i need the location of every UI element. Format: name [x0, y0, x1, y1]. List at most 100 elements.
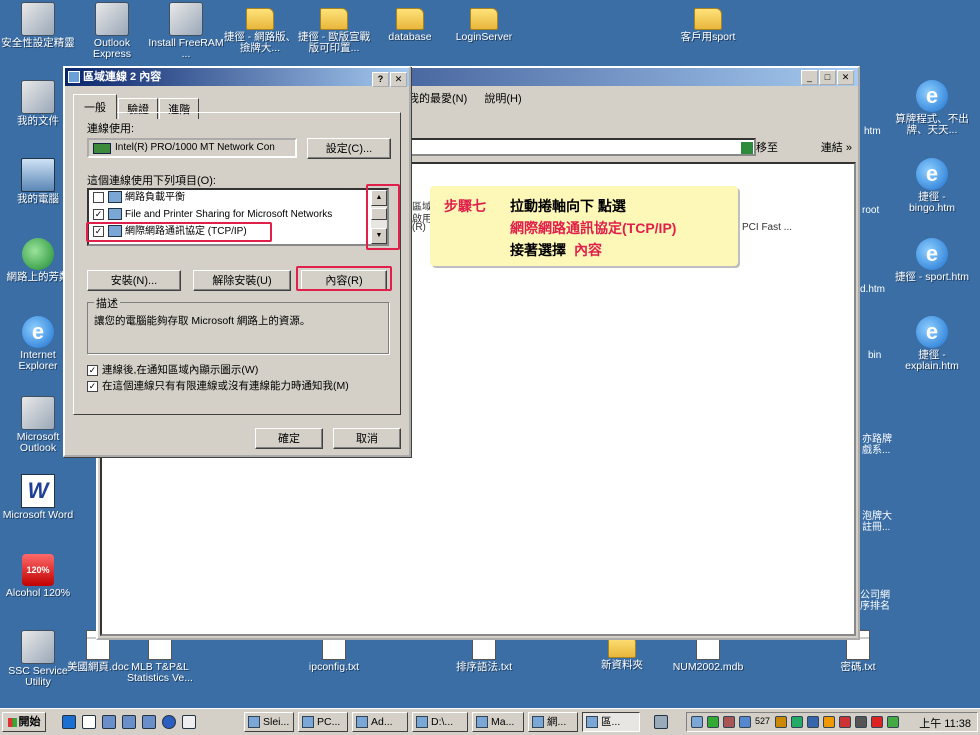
connection-properties-dialog[interactable]: 區域連線 2 內容 ? ✕ 一般 驗證 進階 連線使用: Intel(R) PRO… [63, 66, 411, 457]
html-doc-icon: e [916, 316, 948, 348]
tray-network-icon[interactable] [691, 716, 703, 728]
list-item[interactable]: ✓ File and Printer Sharing for Microsoft … [93, 207, 332, 223]
desk-icon-client-sport[interactable]: 客戶用sport [670, 2, 746, 43]
desk-icon-label: Outlook Express [93, 37, 131, 60]
task-button[interactable]: Slei... [244, 712, 294, 732]
desk-icon-html-suanpai[interactable]: e 算牌程式、不出牌、天天... [894, 80, 970, 136]
cutoff-label: 戲系... [862, 445, 891, 456]
highlight-tcpip-item [86, 222, 272, 242]
menu-favorites[interactable]: 我的最愛(N) [408, 93, 467, 105]
tray-app-icon[interactable] [723, 716, 735, 728]
install-button[interactable]: 安裝(N)... [87, 270, 181, 291]
desk-icon-label: 安全性設定精靈 [1, 37, 75, 49]
quicklaunch-app-icon[interactable] [142, 715, 156, 729]
menu-help[interactable]: 說明(H) [484, 93, 521, 105]
links-toolbar[interactable]: 連結 » [821, 139, 852, 155]
tray-app-icon[interactable] [707, 716, 719, 728]
desk-icon-shortcut-netplay[interactable]: 捷徑 - 網路版、撿牌大... [222, 2, 298, 54]
maximize-button[interactable]: □ [819, 70, 836, 85]
description-title: 描述 [94, 295, 120, 311]
ok-button[interactable]: 確定 [255, 428, 323, 449]
desk-icon-label: 捷徑 - 網路版、撿牌大... [223, 31, 297, 54]
configure-button[interactable]: 設定(C)... [307, 138, 391, 159]
notify-limited-checkbox[interactable]: ✓ 在這個連線只有有限連線或沒有連線能力時通知我(M) [87, 378, 349, 393]
quicklaunch-word-icon[interactable] [82, 715, 96, 729]
desk-icon-label: 新資料夾 [601, 659, 643, 671]
desk-icon-label: 排序語法.txt [455, 661, 512, 673]
tab-general[interactable]: 一般 [73, 94, 117, 119]
desk-icon-label: 客戶用sport [680, 31, 736, 43]
task-button[interactable]: Ma... [472, 712, 524, 732]
desk-icon-install-freeram[interactable]: Install FreeRAM ... [148, 2, 224, 60]
html-doc-icon: e [916, 238, 948, 270]
ram-chip-icon [169, 2, 203, 36]
taskbar-clock[interactable]: 上午 11:38 [919, 715, 971, 731]
task-button[interactable]: Ad... [352, 712, 408, 732]
highlight-properties-button [296, 266, 392, 291]
desk-icon-microsoft-word[interactable]: W Microsoft Word [0, 474, 76, 521]
tray-app-icon[interactable] [807, 716, 819, 728]
desk-icon-loginserver[interactable]: LoginServer [446, 2, 522, 43]
tray-app-icon[interactable] [775, 716, 787, 728]
tray-volume-icon[interactable] [887, 716, 899, 728]
connect-using-label: 連線使用: [87, 123, 135, 135]
desk-icon-database[interactable]: database [372, 2, 448, 43]
tray-app-icon[interactable] [871, 716, 883, 728]
windows-logo-icon [7, 717, 17, 727]
show-icon-checkbox[interactable]: ✓ 連線後,在通知區域內顯示圖示(W) [87, 362, 258, 377]
cutoff-label: htm [864, 126, 881, 137]
desk-icon-html-bingo[interactable]: e 捷徑 - bingo.htm [894, 158, 970, 214]
instruction-line-3: 接著選擇 內容 [510, 242, 602, 258]
desk-icon-shortcut-oubandian[interactable]: 捷徑 - 歐版宣戰版可印置... [296, 2, 372, 54]
checkbox-box[interactable]: ✓ [87, 364, 98, 376]
desk-icon-outlook-express[interactable]: Outlook Express [74, 2, 150, 60]
quicklaunch-messenger-icon[interactable] [162, 715, 176, 729]
ie-icon: e [22, 316, 54, 348]
description-group: 描述 讓您的電腦能夠存取 Microsoft 網路上的資源。 [87, 295, 389, 354]
cutoff-label: bin [868, 350, 882, 361]
address-bar[interactable] [410, 138, 756, 156]
component-checkbox[interactable]: ✓ [93, 208, 104, 220]
component-checkbox[interactable] [93, 191, 104, 203]
checkbox-box[interactable]: ✓ [87, 380, 98, 392]
quicklaunch-outlook-icon[interactable] [102, 715, 116, 729]
help-button[interactable]: ? [372, 72, 389, 87]
taskbar-extra-icon[interactable] [654, 715, 668, 729]
tray-app-icon[interactable] [839, 716, 851, 728]
start-button[interactable]: 開始 [2, 712, 46, 732]
task-button[interactable]: PC... [298, 712, 348, 732]
quicklaunch-ie-icon[interactable] [62, 715, 76, 729]
tray-app-icon[interactable] [855, 716, 867, 728]
cutoff-label: d.htm [860, 284, 886, 295]
folder-icon [694, 8, 722, 30]
desk-icon-label: ipconfig.txt [308, 661, 360, 673]
instruction-line-2: 網際網路通訊協定(TCP/IP) [510, 220, 677, 236]
list-item[interactable]: 網路負載平衡 [93, 190, 185, 206]
my-computer-icon [21, 158, 55, 192]
close-button[interactable]: ✕ [390, 72, 407, 87]
quicklaunch-help-icon[interactable] [182, 715, 196, 729]
dialog-titlebar[interactable]: 區域連線 2 內容 ? ✕ [65, 68, 409, 87]
html-doc-icon: e [916, 158, 948, 190]
desk-icon-html-explain[interactable]: e 捷徑 - explain.htm [894, 316, 970, 372]
go-button[interactable]: 移至 [740, 139, 778, 155]
tray-app-icon[interactable] [791, 716, 803, 728]
cancel-button[interactable]: 取消 [333, 428, 401, 449]
desk-icon-security-settings[interactable]: 安全性設定精靈 [0, 2, 76, 49]
minimize-button[interactable]: _ [801, 70, 818, 85]
task-button-active[interactable]: 區... [582, 712, 640, 732]
quicklaunch-desktop-icon[interactable] [122, 715, 136, 729]
task-button[interactable]: D:\... [412, 712, 468, 732]
desk-icon-alcohol[interactable]: 120% Alcohol 120% [0, 554, 76, 599]
close-button[interactable]: ✕ [837, 70, 854, 85]
cutoff-label: 註冊... [862, 522, 891, 533]
desk-icon-html-sport[interactable]: e 捷徑 - sport.htm [894, 238, 970, 283]
task-button[interactable]: 網... [528, 712, 578, 732]
tray-app-icon[interactable] [823, 716, 835, 728]
folder-icon [246, 8, 274, 30]
uninstall-button[interactable]: 解除安裝(U) [193, 270, 291, 291]
tray-app-icon[interactable] [739, 716, 751, 728]
instruction-line-1: 拉動捲軸向下 點選 [510, 198, 626, 214]
system-tray: 527 上午 11:38 [686, 712, 978, 732]
folder-icon [470, 8, 498, 30]
